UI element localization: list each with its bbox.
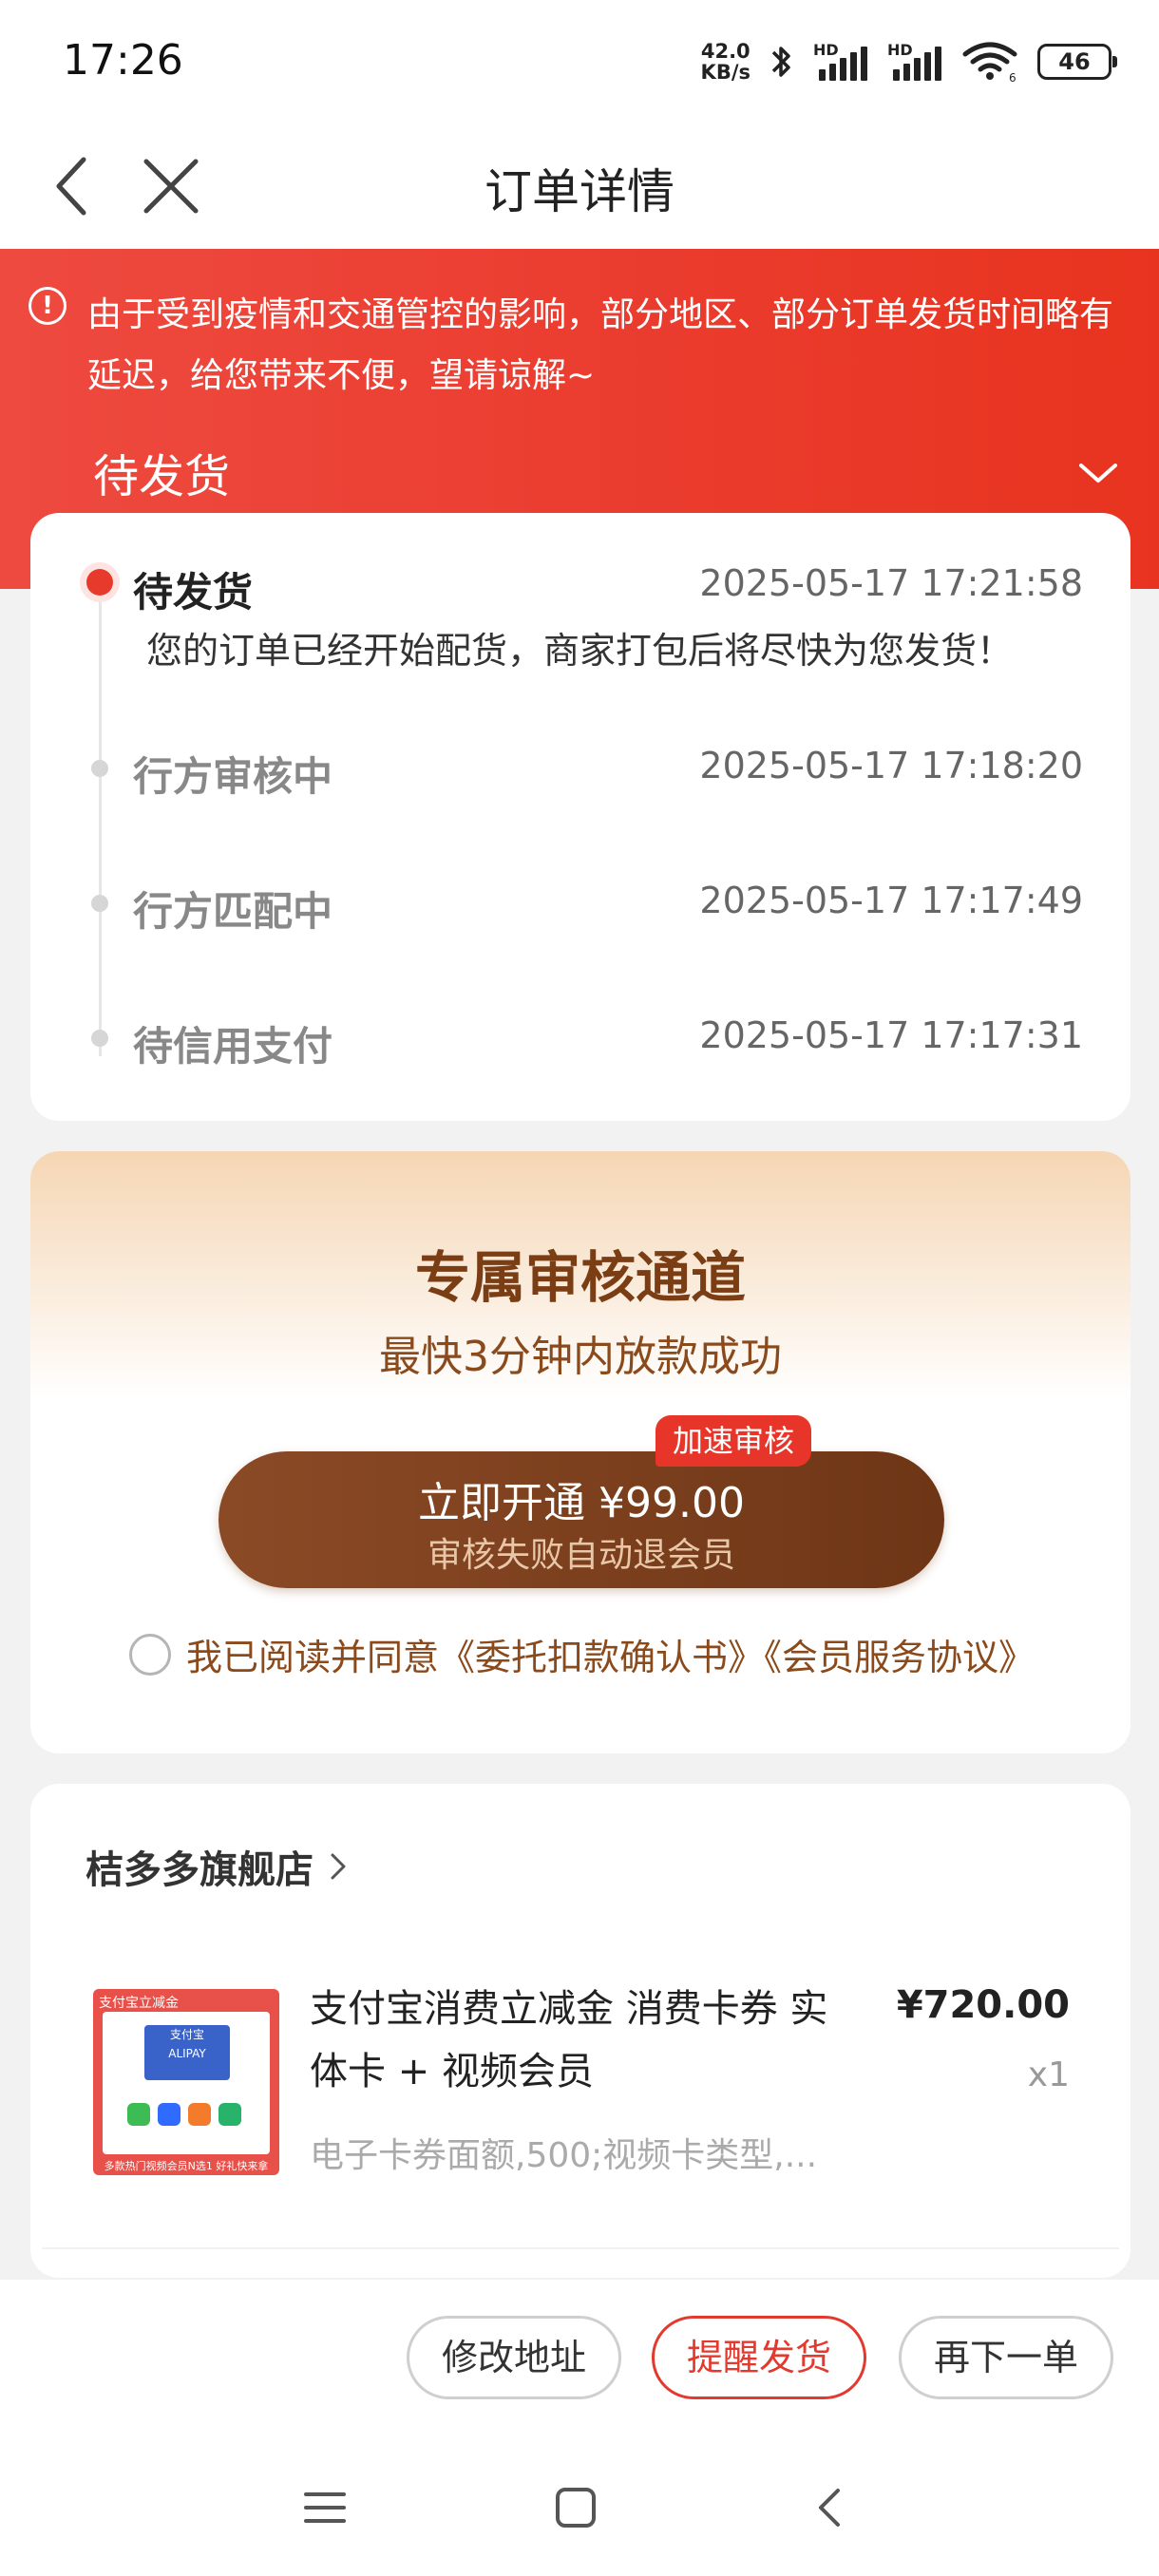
order-info: 桔多多旗舰店 支付宝立减金 支付宝 ALIPAY 多款热门视频会员N选1 好礼快… — [30, 1784, 1130, 2278]
page-title: 订单详情 — [484, 164, 674, 219]
timeline-dot-active — [80, 562, 120, 602]
wifi-icon: 6 — [962, 42, 1017, 83]
timeline-time: 2025-05-17 17:18:20 — [699, 745, 1083, 786]
timeline-title: 行方匹配中 — [133, 888, 333, 935]
activate-button-label: 立即开通 ¥99.00 — [418, 1479, 745, 1527]
product-price: ¥720.00 — [896, 1983, 1070, 2027]
chevron-right-icon — [331, 1853, 346, 1880]
product-quantity: x1 — [1027, 2055, 1070, 2094]
nav-bar: 订单详情 — [0, 123, 1159, 249]
divider — [42, 2247, 1119, 2249]
agreement-row[interactable]: 我已阅读并同意《委托扣款确认书》《会员服务协议》 — [129, 1628, 1035, 1680]
timeline-time: 2025-05-17 17:17:49 — [699, 880, 1083, 921]
shop-name: 桔多多旗舰店 — [86, 1848, 314, 1892]
status-icons: 42.0 KB/s HD HD 6 46 — [700, 38, 1117, 85]
activate-button-sub: 审核失败自动退会员 — [427, 1536, 735, 1575]
timeline-desc: 您的订单已经开始配货，商家打包后将尽快为您发货！ — [146, 630, 1014, 672]
product-image[interactable]: 支付宝立减金 支付宝 ALIPAY 多款热门视频会员N选1 好礼快来拿 — [93, 1989, 279, 2175]
order-action-bar: 修改地址 提醒发货 再下一单 — [0, 2280, 1159, 2451]
product-spec: 电子卡券面额,500;视频卡类型,... — [310, 2136, 818, 2175]
timeline-title: 待发货 — [133, 569, 254, 616]
agreement-checkbox[interactable] — [129, 1633, 171, 1676]
network-speed: 42.0 KB/s — [700, 40, 750, 84]
video-app-icon — [127, 2103, 150, 2126]
wifi-badge: 6 — [1009, 71, 1016, 83]
promo-title: 专属审核通道 — [414, 1245, 746, 1310]
chevron-down-icon[interactable] — [1075, 450, 1121, 496]
video-app-icon — [158, 2103, 180, 2126]
timeline-title: 待信用支付 — [133, 1023, 333, 1070]
product-title[interactable]: 支付宝消费立减金 消费卡券 实体卡 + 视频会员 — [310, 1978, 861, 2103]
video-app-icon — [188, 2103, 211, 2126]
reorder-button[interactable]: 再下一单 — [899, 2316, 1113, 2399]
timeline-time: 2025-05-17 17:17:31 — [699, 1014, 1083, 1056]
bluetooth-icon — [771, 47, 790, 77]
shipping-notice: 由于受到疫情和交通管控的影响，部分地区、部分订单发货时间略有延迟，给您带来不便，… — [87, 295, 1114, 395]
edit-address-button[interactable]: 修改地址 — [407, 2316, 621, 2399]
video-app-icon — [218, 2103, 241, 2126]
status-time: 17:26 — [63, 36, 183, 85]
activate-button[interactable]: 立即开通 ¥99.00 审核失败自动退会员 — [218, 1451, 944, 1588]
review-channel-promo: 专属审核通道 最快3分钟内放款成功 立即开通 ¥99.00 审核失败自动退会员 … — [30, 1151, 1130, 1753]
timeline-time: 2025-05-17 17:21:58 — [699, 562, 1083, 604]
timeline-line — [99, 581, 102, 1056]
back-nav-icon[interactable] — [808, 2485, 853, 2530]
status-bar: 17:26 42.0 KB/s HD HD 6 46 — [0, 0, 1159, 123]
promo-subtitle: 最快3分钟内放款成功 — [379, 1333, 782, 1381]
agreement-text[interactable]: 我已阅读并同意《委托扣款确认书》《会员服务协议》 — [186, 1628, 1035, 1680]
menu-icon[interactable] — [302, 2485, 348, 2530]
order-timeline: 待发货 2025-05-17 17:21:58 您的订单已经开始配货，商家打包后… — [30, 513, 1130, 1121]
timeline-dot — [91, 895, 108, 912]
system-nav-bar — [0, 2451, 1159, 2576]
timeline-dot — [91, 760, 108, 777]
signal-sim2-icon: HD — [887, 41, 942, 83]
signal-sim1-icon: HD — [813, 41, 868, 83]
battery-icon: 46 — [1037, 44, 1117, 80]
speedup-badge: 加速审核 — [656, 1415, 812, 1467]
alert-icon: ! — [28, 287, 66, 325]
order-status-heading: 待发货 — [93, 450, 231, 503]
timeline-title: 行方审核中 — [133, 753, 333, 800]
remind-shipment-button[interactable]: 提醒发货 — [652, 2316, 866, 2399]
shop-link[interactable]: 桔多多旗舰店 — [86, 1839, 357, 1894]
timeline-dot — [91, 1030, 108, 1047]
home-icon[interactable] — [553, 2485, 598, 2530]
